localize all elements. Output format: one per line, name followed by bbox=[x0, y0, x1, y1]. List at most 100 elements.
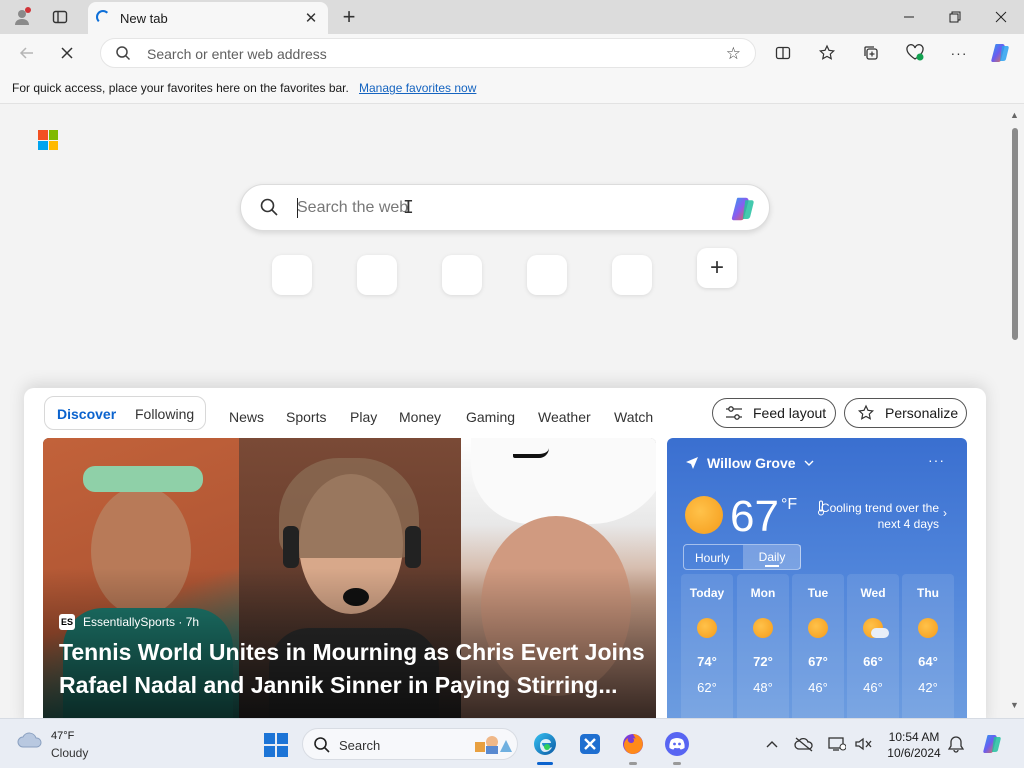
temperature-unit[interactable]: °F bbox=[781, 496, 797, 514]
copilot-pre-icon[interactable] bbox=[980, 733, 1006, 755]
tab-new-tab[interactable]: New tab ✕ bbox=[88, 2, 328, 34]
day-name: Today bbox=[689, 586, 725, 600]
forecast-day[interactable]: Wed 66° 46° bbox=[847, 574, 899, 718]
network-icon[interactable] bbox=[826, 733, 848, 755]
xbox-taskbar-icon[interactable] bbox=[575, 729, 605, 759]
quick-link-tile[interactable] bbox=[527, 255, 567, 295]
weather-location[interactable]: Willow Grove bbox=[685, 455, 814, 471]
scroll-thumb[interactable] bbox=[1012, 128, 1018, 340]
browser-essentials-icon[interactable] bbox=[900, 39, 930, 67]
hero-article[interactable]: ES EssentiallySports · 7h Tennis World U… bbox=[43, 438, 656, 718]
copilot-icon[interactable] bbox=[729, 194, 759, 224]
manage-favorites-link[interactable]: Manage favorites now bbox=[359, 81, 476, 95]
sunny-icon bbox=[685, 496, 723, 534]
favorites-icon[interactable] bbox=[812, 39, 842, 67]
search-icon bbox=[115, 45, 131, 66]
nav-gaming[interactable]: Gaming bbox=[466, 409, 515, 425]
sliders-icon bbox=[725, 405, 743, 421]
clock-time[interactable]: 10:54 AM bbox=[880, 730, 948, 744]
clock-date[interactable]: 10/6/2024 bbox=[880, 746, 948, 760]
forecast-day[interactable]: Mon 72° 48° bbox=[737, 574, 789, 718]
day-high: 64° bbox=[918, 654, 938, 669]
favorite-star-icon[interactable]: ☆ bbox=[726, 44, 741, 64]
onedrive-offline-icon[interactable] bbox=[793, 733, 815, 755]
location-arrow-icon bbox=[686, 457, 698, 469]
sparkle-star-icon bbox=[857, 404, 875, 422]
sunny-icon bbox=[697, 618, 717, 638]
firefox-taskbar-icon[interactable] bbox=[618, 729, 648, 765]
address-input[interactable] bbox=[147, 44, 707, 64]
close-window-button[interactable] bbox=[978, 0, 1024, 34]
hourly-tab[interactable]: Hourly bbox=[695, 551, 730, 565]
split-screen-icon[interactable] bbox=[768, 39, 798, 67]
forecast-day[interactable]: Today 74° 62° bbox=[681, 574, 733, 718]
day-name: Wed bbox=[860, 586, 886, 600]
taskbar-search-label: Search bbox=[339, 738, 381, 753]
tab-actions-icon[interactable] bbox=[46, 5, 74, 29]
profile-icon[interactable] bbox=[8, 5, 36, 29]
current-temperature: 67 bbox=[730, 492, 779, 541]
nav-money[interactable]: Money bbox=[399, 409, 441, 425]
nav-news[interactable]: News bbox=[229, 409, 264, 425]
scroll-up-arrow-icon[interactable]: ▲ bbox=[1010, 110, 1019, 120]
weather-card[interactable]: Willow Grove ··· 67 °F Cooling trend ove… bbox=[667, 438, 967, 718]
stop-loading-icon[interactable] bbox=[52, 39, 82, 67]
tab-following[interactable]: Following bbox=[135, 406, 194, 422]
discord-taskbar-icon[interactable] bbox=[662, 729, 692, 765]
tab-discover[interactable]: Discover bbox=[57, 406, 116, 422]
show-hidden-icons-icon[interactable] bbox=[761, 733, 783, 755]
personalize-button[interactable]: Personalize bbox=[844, 398, 967, 428]
quick-link-tile[interactable] bbox=[357, 255, 397, 295]
new-tab-button[interactable]: + bbox=[336, 4, 362, 30]
day-high: 74° bbox=[697, 654, 717, 669]
start-button[interactable] bbox=[264, 733, 288, 757]
minimize-button[interactable] bbox=[886, 0, 932, 34]
day-low: 48° bbox=[753, 680, 773, 695]
day-high: 66° bbox=[863, 654, 883, 669]
nav-play[interactable]: Play bbox=[350, 409, 377, 425]
nav-sports[interactable]: Sports bbox=[286, 409, 326, 425]
forecast-day[interactable]: Thu 64° 42° bbox=[902, 574, 954, 718]
page-scrollbar[interactable]: ▲ ▼ bbox=[1006, 104, 1024, 718]
weather-more-icon[interactable]: ··· bbox=[928, 452, 945, 468]
running-indicator bbox=[673, 762, 681, 765]
web-search-input[interactable] bbox=[297, 197, 697, 219]
feed-layout-button[interactable]: Feed layout bbox=[712, 398, 836, 428]
cloudy-icon[interactable] bbox=[16, 731, 44, 749]
close-tab-icon[interactable]: ✕ bbox=[300, 7, 322, 29]
volume-muted-icon[interactable] bbox=[852, 733, 874, 755]
tab-title: New tab bbox=[120, 11, 168, 26]
copilot-icon[interactable] bbox=[986, 39, 1016, 67]
taskbar-search[interactable]: Search bbox=[302, 728, 518, 760]
forecast-toggle: Hourly Daily bbox=[683, 544, 801, 570]
feed-segment-control: Discover Following bbox=[44, 396, 206, 430]
taskbar-temperature[interactable]: 47°F bbox=[51, 730, 74, 742]
source-logo: ES bbox=[59, 614, 75, 630]
quick-link-tile[interactable] bbox=[272, 255, 312, 295]
nav-weather[interactable]: Weather bbox=[538, 409, 591, 425]
back-arrow-icon[interactable] bbox=[12, 39, 42, 67]
nav-watch[interactable]: Watch bbox=[614, 409, 653, 425]
forecast-day[interactable]: Tue 67° 46° bbox=[792, 574, 844, 718]
personalize-label: Personalize bbox=[885, 405, 959, 421]
collections-icon[interactable] bbox=[856, 39, 886, 67]
daily-tab[interactable]: Daily bbox=[743, 545, 801, 569]
notifications-bell-icon[interactable] bbox=[945, 733, 967, 755]
edge-taskbar-icon[interactable] bbox=[530, 729, 560, 765]
more-options-icon[interactable]: ··· bbox=[944, 39, 974, 67]
quick-link-tile[interactable] bbox=[442, 255, 482, 295]
quick-link-tile[interactable] bbox=[612, 255, 652, 295]
scroll-down-arrow-icon[interactable]: ▼ bbox=[1010, 700, 1019, 710]
add-site-button[interactable]: + bbox=[697, 248, 737, 288]
address-bar[interactable]: ☆ bbox=[100, 38, 756, 68]
restore-button[interactable] bbox=[932, 0, 978, 34]
favorites-bar: For quick access, place your favorites h… bbox=[0, 72, 1024, 104]
day-name: Thu bbox=[917, 586, 939, 600]
taskbar-condition[interactable]: Cloudy bbox=[51, 746, 88, 760]
web-search-box[interactable]: I bbox=[240, 184, 770, 231]
weather-trend[interactable]: Cooling trend over the next 4 days bbox=[817, 500, 939, 532]
article-headline[interactable]: Tennis World Unites in Mourning as Chris… bbox=[59, 636, 649, 702]
day-low: 46° bbox=[863, 680, 883, 695]
chevron-right-icon[interactable]: › bbox=[943, 506, 947, 520]
running-indicator bbox=[629, 762, 637, 765]
